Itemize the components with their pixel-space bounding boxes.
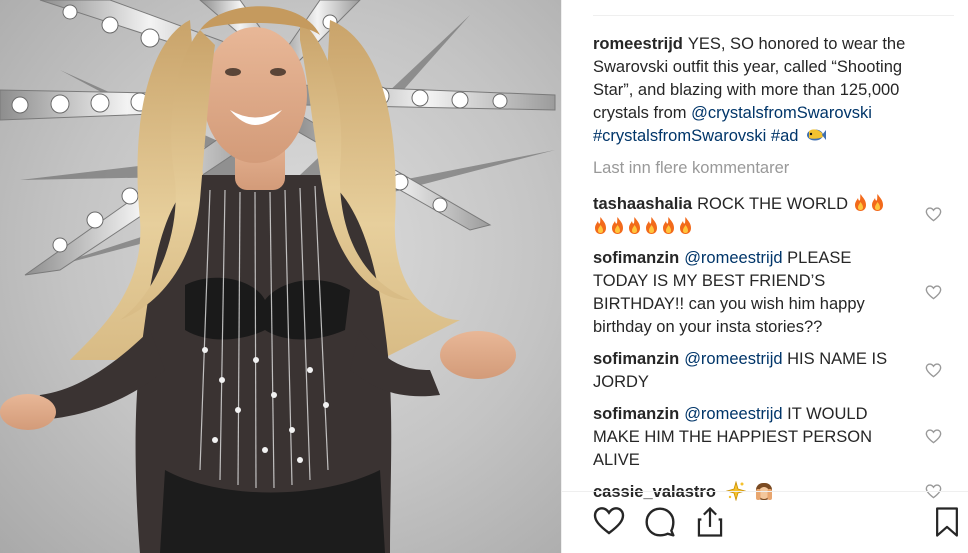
caption-hashtag-swarovski[interactable]: #crystalsfromSwarovski: [593, 127, 766, 145]
fish-emoji-icon: [807, 129, 827, 141]
fire-emoji-icon: [646, 217, 657, 234]
fire-emoji-icon: [612, 217, 623, 234]
comment-like-heart-icon[interactable]: [925, 363, 942, 378]
fire-emoji-icon: [595, 217, 606, 234]
comment-mention[interactable]: @romeestrijd: [684, 350, 782, 368]
bookmark-icon[interactable]: [934, 506, 960, 538]
caption-mention[interactable]: @crystalsfromSwarovski: [691, 104, 872, 122]
comment-item: tashaashalia ROCK THE WORLD: [593, 193, 903, 239]
post-caption: romeestrijd YES, SO honored to wear the S…: [593, 33, 938, 148]
fire-emoji-icon: [629, 217, 640, 234]
comment-text: ROCK THE WORLD: [697, 195, 849, 213]
like-heart-icon[interactable]: [593, 506, 625, 536]
comment-username[interactable]: tashaashalia: [593, 195, 692, 213]
comment-mention[interactable]: @romeestrijd: [684, 405, 782, 423]
fire-emoji-icon: [680, 217, 691, 234]
post-photo: [0, 0, 561, 553]
photo-illustration: [0, 0, 556, 553]
caption-hashtag-ad[interactable]: #ad: [771, 127, 799, 145]
load-more-comments-link[interactable]: Last inn flere kommentarer: [593, 159, 789, 178]
share-icon[interactable]: [695, 506, 725, 538]
caption-author[interactable]: romeestrijd: [593, 35, 683, 53]
post-action-bar: [562, 491, 968, 553]
comment-item: sofimanzin @romeestrijd IT WOULD MAKE HIM…: [593, 403, 903, 472]
comment-item: sofimanzin @romeestrijd HIS NAME IS JORDY: [593, 348, 903, 394]
comment-like-heart-icon[interactable]: [925, 285, 942, 300]
divider: [593, 15, 954, 16]
fire-emoji-icon: [663, 217, 674, 234]
comment-username[interactable]: sofimanzin: [593, 405, 679, 423]
comment-like-heart-icon[interactable]: [925, 207, 942, 222]
comment-bubble-icon[interactable]: [644, 506, 676, 538]
fire-emoji-icon: [854, 194, 866, 211]
comment-username[interactable]: sofimanzin: [593, 350, 679, 368]
comment-mention[interactable]: @romeestrijd: [684, 249, 782, 267]
comment-like-heart-icon[interactable]: [925, 429, 942, 444]
comment-username[interactable]: sofimanzin: [593, 249, 679, 267]
fire-emoji-icon: [871, 194, 883, 211]
comments-panel: romeestrijd YES, SO honored to wear the S…: [561, 0, 968, 553]
comment-item: sofimanzin @romeestrijd PLEASE TODAY IS M…: [593, 247, 903, 339]
post-view: romeestrijd YES, SO honored to wear the S…: [0, 0, 968, 553]
